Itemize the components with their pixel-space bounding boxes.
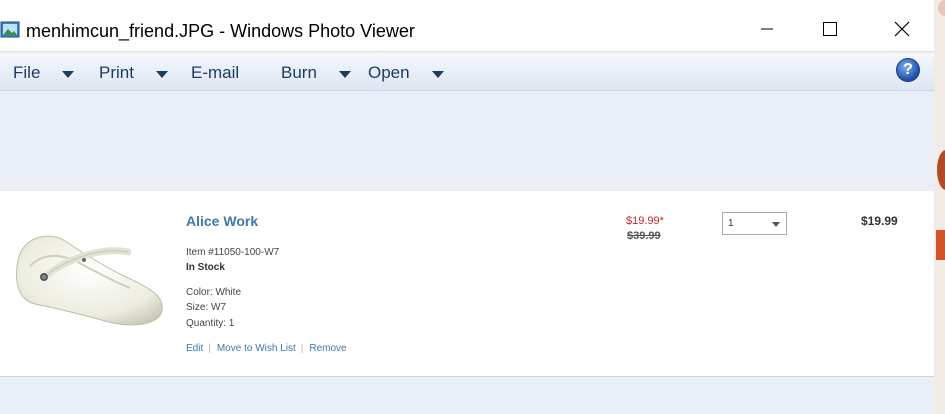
menu-open-label: Open (368, 63, 410, 82)
chevron-down-icon (772, 222, 780, 227)
desktop-background (934, 0, 945, 414)
stock-status: In Stock (186, 262, 225, 273)
menu-email-label: E-mail (191, 63, 240, 82)
chevron-down-icon (431, 70, 444, 78)
product-size: Size: W7 (186, 302, 227, 313)
menu-email[interactable]: E-mail (191, 63, 239, 83)
menu-burn-label: Burn (281, 63, 317, 82)
menu-print[interactable]: Print (99, 63, 168, 83)
move-to-wishlist-link[interactable]: Move to Wish List (217, 343, 296, 354)
product-title[interactable]: Alice Work (186, 213, 258, 229)
menu-bar: File Print E-mail Burn Open (0, 53, 934, 91)
menu-burn[interactable]: Burn (281, 63, 351, 83)
cart-item-actions: Edit | Move to Wish List | Remove (186, 343, 347, 354)
help-icon[interactable]: ? (896, 58, 920, 82)
remove-link[interactable]: Remove (309, 343, 346, 354)
separator: | (208, 343, 211, 354)
menu-file[interactable]: File (13, 63, 75, 83)
photo-background-bottom (0, 376, 934, 414)
photo-viewer-icon (0, 20, 20, 40)
menu-print-label: Print (99, 63, 134, 82)
photo-image: Alice Work Item #11050-100-W7 In Stock C… (0, 191, 934, 376)
shoe-image (16, 235, 163, 326)
item-number: Item #11050-100-W7 (186, 247, 280, 258)
close-button[interactable] (880, 12, 924, 46)
original-price: $39.99 (627, 230, 661, 242)
title-bar: menhimcun_friend.JPG - Windows Photo Vie… (0, 0, 934, 52)
product-color: Color: White (186, 287, 242, 298)
chevron-down-icon (62, 70, 75, 78)
photo-background-top (0, 92, 934, 191)
quantity-select-value: 1 (728, 218, 734, 229)
separator: | (300, 343, 304, 354)
maximize-button[interactable] (808, 12, 852, 46)
menu-file-label: File (13, 63, 41, 82)
minimize-button[interactable] (745, 12, 789, 46)
photo-viewer-window: menhimcun_friend.JPG - Windows Photo Vie… (0, 0, 934, 414)
quantity-select[interactable]: 1 (722, 212, 787, 235)
menu-open[interactable]: Open (368, 63, 444, 83)
chevron-down-icon (155, 70, 168, 78)
chevron-down-icon (338, 70, 351, 78)
window-title: menhimcun_friend.JPG - Windows Photo Vie… (26, 21, 415, 41)
sale-price: $19.99* (626, 215, 664, 227)
edit-link[interactable]: Edit (186, 343, 203, 354)
line-total: $19.99 (861, 214, 898, 228)
product-quantity: Quantity: 1 (186, 318, 235, 329)
